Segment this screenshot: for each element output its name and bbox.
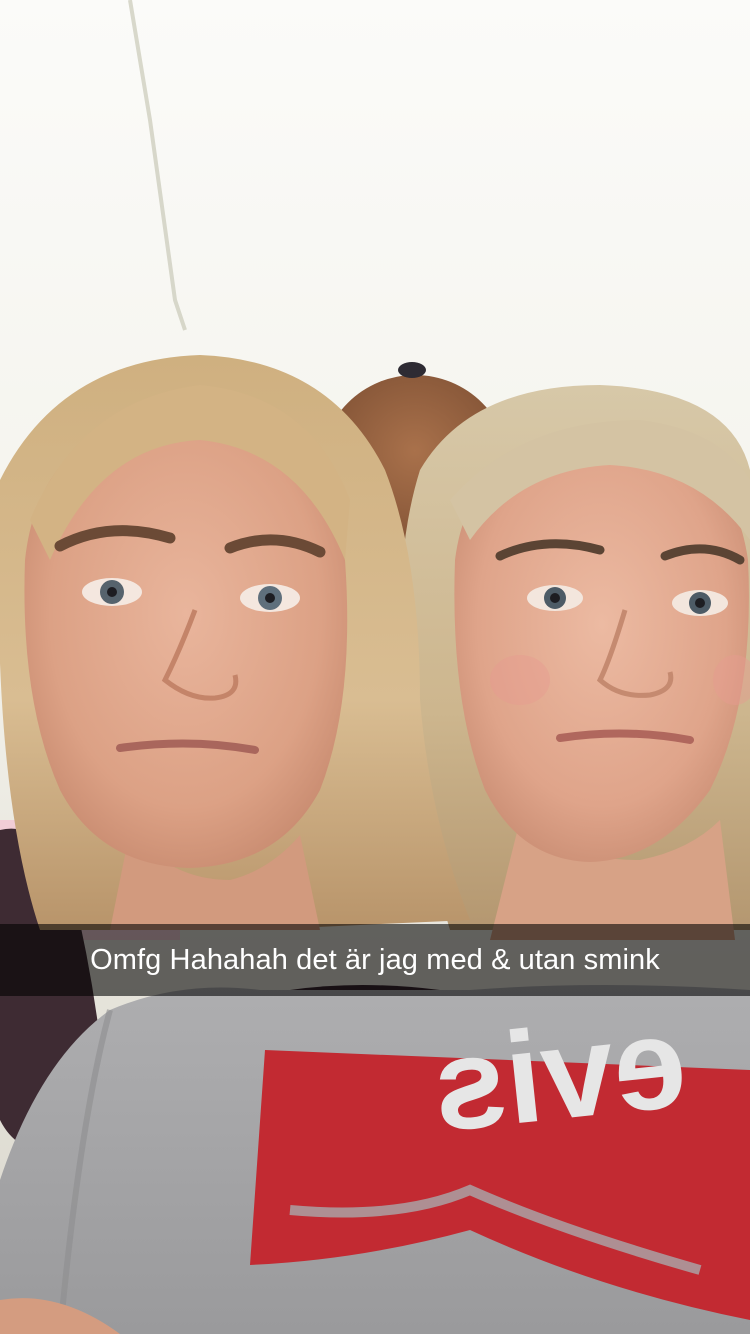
snap-viewer[interactable]: evis Omfg Hahahah det är jag med & utan … (0, 0, 750, 1334)
caption-text: Omfg Hahahah det är jag med & utan smink (90, 943, 660, 976)
caption-bar: Omfg Hahahah det är jag med & utan smink (0, 924, 750, 996)
selfie-photo (0, 0, 750, 1334)
